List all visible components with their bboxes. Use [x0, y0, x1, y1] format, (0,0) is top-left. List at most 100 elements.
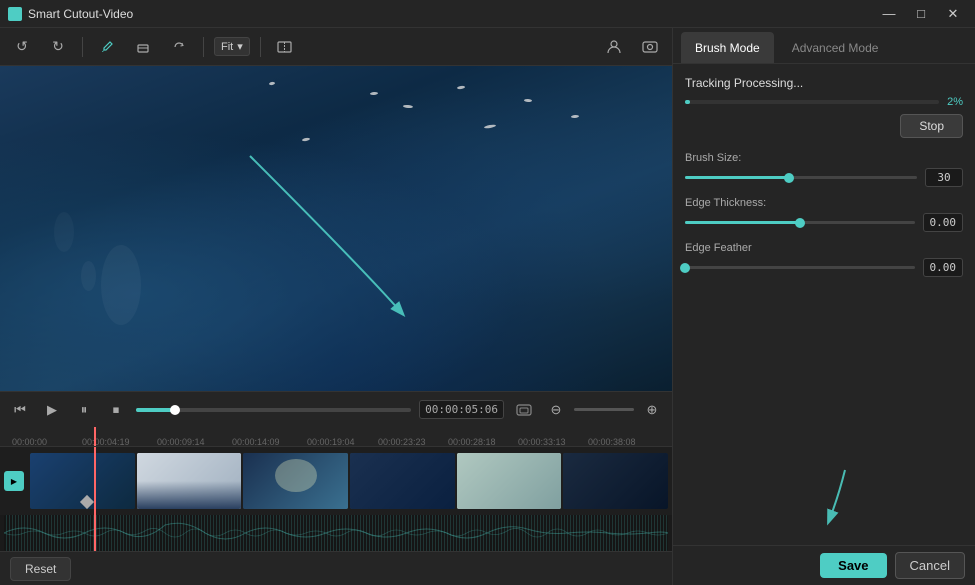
thumbnail-4: [350, 453, 455, 509]
splash-1: [101, 245, 141, 325]
close-button[interactable]: ✕: [939, 3, 967, 25]
minimize-button[interactable]: —: [875, 3, 903, 25]
ruler-mark-4: 00:00:19:04: [307, 437, 355, 447]
ruler-mark-8: 00:00:38:08: [588, 437, 636, 447]
maximize-button[interactable]: □: [907, 3, 935, 25]
tracking-progress-bar: [685, 100, 939, 104]
toolbar: ↺ ↻: [0, 28, 672, 66]
timeline-tracks[interactable]: ▶: [0, 447, 672, 515]
cancel-button[interactable]: Cancel: [895, 552, 965, 579]
save-button[interactable]: Save: [820, 553, 886, 578]
zoom-controls: ⊖ ⊕: [544, 398, 664, 422]
bottom-bar: Reset: [0, 551, 672, 585]
ruler-mark-3: 00:00:14:09: [232, 437, 280, 447]
tracking-title: Tracking Processing...: [685, 76, 963, 90]
edge-thickness-fill: [685, 221, 800, 224]
ruler-mark-0: 00:00:00: [12, 437, 47, 447]
ruler-mark-6: 00:00:28:18: [448, 437, 496, 447]
tracking-percent: 2%: [947, 96, 963, 108]
right-bottom-bar: Save Cancel: [673, 545, 975, 585]
brush-size-label: Brush Size:: [685, 152, 963, 164]
edge-feather-row: Edge Feather 0.00: [685, 242, 963, 277]
brush-size-value: 30: [925, 168, 963, 187]
stop-button[interactable]: ⏹: [104, 398, 128, 422]
mode-tabs: Brush Mode Advanced Mode: [673, 28, 975, 64]
fit-dropdown[interactable]: Fit ▾: [214, 37, 250, 56]
playhead-ruler: [94, 427, 96, 446]
thumbnail-3: [243, 453, 348, 509]
edge-feather-label: Edge Feather: [685, 242, 963, 254]
thumbnail-2: [137, 453, 242, 509]
progress-thumb: [170, 405, 180, 415]
video-background: [0, 66, 672, 391]
edge-thickness-label: Edge Thickness:: [685, 197, 963, 209]
timeline-controls: ⏮ ▶ ⏸ ⏹ 00:00:05:06 ⊖ ⊕: [0, 391, 672, 427]
bird-5: [524, 98, 532, 101]
edge-feather-slider-row: 0.00: [685, 258, 963, 277]
pause-button[interactable]: ⏸: [72, 398, 96, 422]
ruler-mark-2: 00:00:09:14: [157, 437, 205, 447]
left-panel: ↺ ↻: [0, 28, 672, 585]
edge-thickness-row: Edge Thickness: 0.00: [685, 197, 963, 232]
brush-size-slider[interactable]: [685, 176, 917, 179]
brush-mode-tab[interactable]: Brush Mode: [681, 32, 774, 63]
compare-button[interactable]: [271, 34, 299, 60]
track-thumbnails: [30, 453, 668, 509]
timeline-ruler: 00:00:00 00:00:04:19 00:00:09:14 00:00:1…: [0, 427, 672, 447]
track-play-button[interactable]: ▶: [4, 471, 24, 491]
timeline-progress-bar[interactable]: [136, 408, 411, 412]
reset-button[interactable]: Reset: [10, 557, 71, 581]
brush-button[interactable]: [93, 34, 121, 60]
advanced-mode-tab[interactable]: Advanced Mode: [778, 32, 893, 63]
playhead-waveform: [94, 515, 96, 551]
fit-label: Fit: [221, 41, 233, 53]
title-bar-left: Smart Cutout-Video: [8, 7, 133, 21]
stop-tracking-button[interactable]: Stop: [900, 114, 963, 138]
zoom-out-button[interactable]: ⊖: [544, 398, 568, 422]
play-button[interactable]: ▶: [40, 398, 64, 422]
timeline-section: 00:00:00 00:00:04:19 00:00:09:14 00:00:1…: [0, 427, 672, 551]
ruler-mark-7: 00:00:33:13: [518, 437, 566, 447]
splash-2: [54, 212, 74, 252]
reset-brush-button[interactable]: [165, 34, 193, 60]
edge-thickness-slider-row: 0.00: [685, 213, 963, 232]
app-icon: [8, 7, 22, 21]
ruler-mark-5: 00:00:23:23: [378, 437, 426, 447]
thumbnail-6: [563, 453, 668, 509]
video-area: [0, 66, 672, 391]
tracking-section: Tracking Processing... 2% Stop: [685, 76, 963, 138]
zoom-in-button[interactable]: ⊕: [640, 398, 664, 422]
toolbar-separator-3: [260, 37, 261, 57]
waveform-track: [4, 515, 668, 551]
toolbar-separator-2: [203, 37, 204, 57]
ruler-mark-1: 00:00:04:19: [82, 437, 130, 447]
thumbnail-5: [457, 453, 562, 509]
zoom-slider[interactable]: [574, 408, 634, 411]
brush-size-slider-row: 30: [685, 168, 963, 187]
screenshot2-button[interactable]: [512, 398, 536, 422]
param-section: Brush Size: 30 Edge Thickness:: [685, 152, 963, 277]
time-display: 00:00:05:06: [419, 400, 504, 419]
toolbar-separator-1: [82, 37, 83, 57]
redo-button[interactable]: ↻: [44, 34, 72, 60]
playhead-track: [94, 447, 96, 515]
edge-thickness-thumb: [795, 218, 805, 228]
right-panel: Brush Mode Advanced Mode Tracking Proces…: [672, 28, 975, 585]
edge-thickness-value: 0.00: [923, 213, 964, 232]
undo-button[interactable]: ↺: [8, 34, 36, 60]
brush-size-row: Brush Size: 30: [685, 152, 963, 187]
eraser-button[interactable]: [129, 34, 157, 60]
right-panel-content: Tracking Processing... 2% Stop Brush Siz…: [673, 64, 975, 545]
window-controls: — □ ✕: [875, 3, 967, 25]
brush-size-thumb: [784, 173, 794, 183]
skip-back-button[interactable]: ⏮: [8, 398, 32, 422]
person-button[interactable]: [600, 34, 628, 60]
edge-thickness-slider[interactable]: [685, 221, 915, 224]
app-title: Smart Cutout-Video: [28, 7, 133, 21]
screenshot-button[interactable]: [636, 34, 664, 60]
edge-feather-value: 0.00: [923, 258, 964, 277]
edge-feather-slider[interactable]: [685, 266, 915, 269]
splash-3: [81, 261, 96, 291]
edge-feather-thumb: [680, 263, 690, 273]
title-bar: Smart Cutout-Video — □ ✕: [0, 0, 975, 28]
